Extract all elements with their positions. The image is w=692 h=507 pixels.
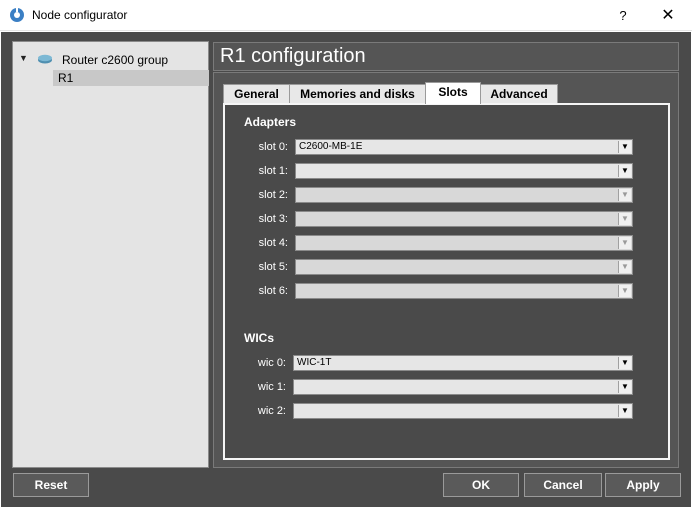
router-icon [38,54,52,64]
chevron-down-icon: ▼ [618,357,631,369]
window-title: Node configurator [32,8,128,22]
chevron-down-icon: ▼ [618,189,631,201]
chevron-down-icon[interactable]: ▼ [19,53,28,63]
wic-0-select[interactable]: WIC-1T ▼ [293,355,633,371]
slot-4-select: ▼ [295,235,633,251]
wic-1-select[interactable]: ▼ [293,379,633,395]
tree-item-r1[interactable]: R1 [53,70,209,86]
slot-0-value: C2600-MB-1E [299,141,363,152]
slot-3-select: ▼ [295,211,633,227]
cancel-button[interactable]: Cancel [524,473,602,497]
slot-1-select[interactable]: ▼ [295,163,633,179]
tab-advanced[interactable]: Advanced [480,84,558,104]
help-button[interactable]: ? [606,0,640,31]
config-header: R1 configuration [213,42,679,71]
slot-5-select: ▼ [295,259,633,275]
title-bar: Node configurator ? ✕ [0,0,692,31]
slot-6-select: ▼ [295,283,633,299]
slot-2-select: ▼ [295,187,633,203]
slot-6-label: slot 6: [258,285,288,297]
chevron-down-icon: ▼ [618,381,631,393]
tree-item-label: R1 [58,71,74,85]
wic-2-label: wic 2: [257,405,286,417]
slot-5-label: slot 5: [258,261,288,273]
wic-0-label: wic 0: [257,357,286,369]
slot-0-select[interactable]: C2600-MB-1E ▼ [295,139,633,155]
slot-1-label: slot 1: [258,165,288,177]
chevron-down-icon: ▼ [618,405,631,417]
dialog-body: ▼ Router c2600 group R1 R1 configuration… [1,32,691,507]
chevron-down-icon: ▼ [618,261,631,273]
slot-2-label: slot 2: [258,189,288,201]
wic-2-select[interactable]: ▼ [293,403,633,419]
adapters-heading: Adapters [244,115,297,129]
app-icon [10,8,24,22]
tab-memories-and-disks[interactable]: Memories and disks [289,84,426,104]
ok-button[interactable]: OK [443,473,519,497]
apply-button[interactable]: Apply [605,473,681,497]
wics-heading: WICs [244,331,274,345]
tree-group-label[interactable]: Router c2600 group [62,53,168,67]
close-button[interactable]: ✕ [648,0,688,31]
reset-button[interactable]: Reset [13,473,89,497]
slot-0-label: slot 0: [258,141,288,153]
slot-3-label: slot 3: [258,213,288,225]
chevron-down-icon: ▼ [618,141,631,153]
chevron-down-icon: ▼ [618,237,631,249]
chevron-down-icon: ▼ [618,285,631,297]
node-tree[interactable]: ▼ Router c2600 group R1 [12,41,209,468]
wic-0-value: WIC-1T [297,357,332,368]
tab-slots[interactable]: Slots [425,82,481,104]
wic-1-label: wic 1: [257,381,286,393]
page-title: R1 configuration [220,45,366,67]
chevron-down-icon: ▼ [618,213,631,225]
slot-4-label: slot 4: [258,237,288,249]
chevron-down-icon: ▼ [618,165,631,177]
tab-general[interactable]: General [223,84,290,104]
